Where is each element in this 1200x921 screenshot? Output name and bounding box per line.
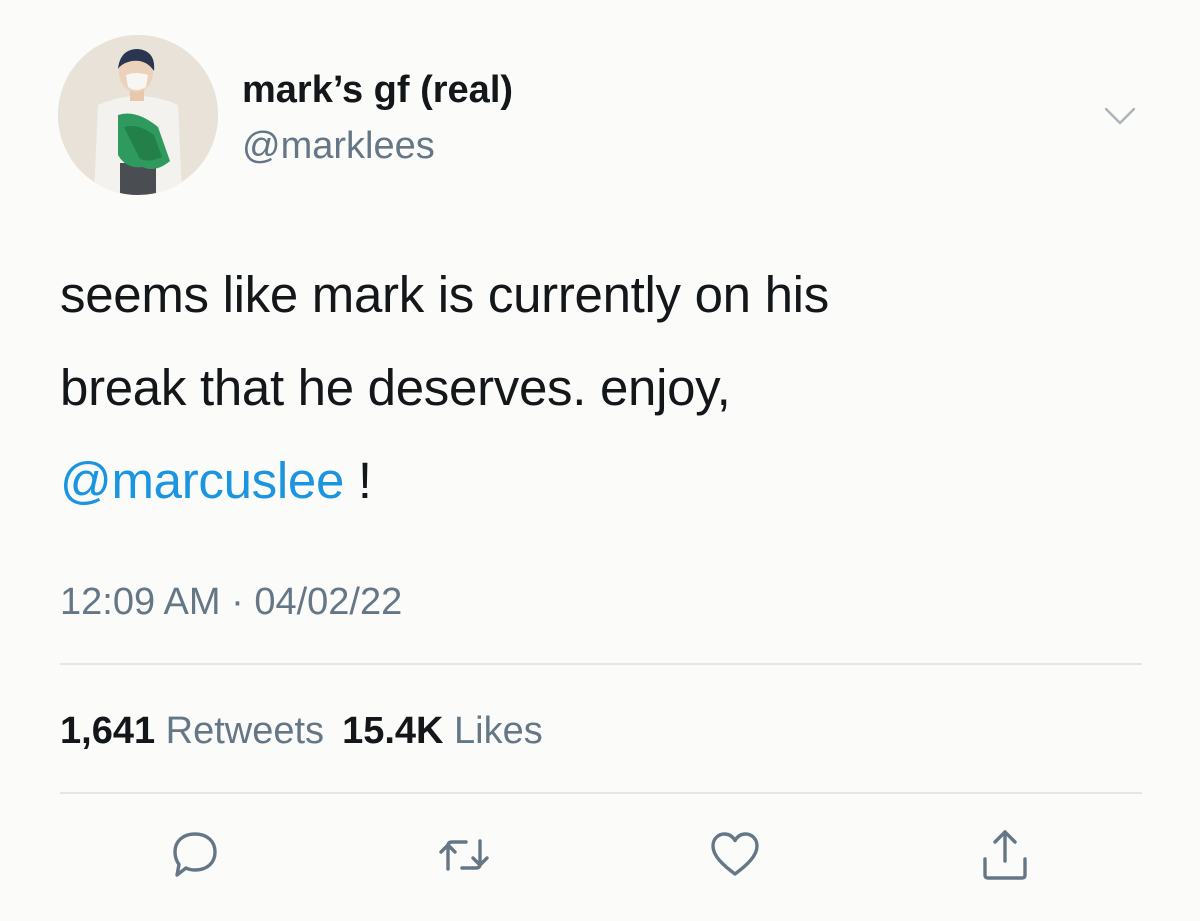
retweet-button[interactable] (434, 825, 494, 885)
share-button[interactable] (975, 825, 1035, 885)
display-name[interactable]: mark’s gf (real) (242, 68, 513, 112)
retweets-label: Retweets (165, 710, 325, 752)
timestamp[interactable]: 12:09 AM · 04/02/22 (60, 578, 402, 626)
chevron-down-icon (1104, 107, 1136, 125)
action-bar (0, 820, 1200, 890)
likes-count: 15.4K (342, 710, 444, 752)
tweet-text-line: @marcuslee ! (60, 434, 1140, 527)
tweet-text: seems like mark is currently on his brea… (60, 248, 1140, 527)
retweets-count: 1,641 (60, 710, 156, 752)
tweet-text-suffix: ! (344, 452, 372, 509)
speech-bubble-icon (173, 832, 217, 877)
reply-button[interactable] (165, 825, 225, 885)
more-options-button[interactable] (1098, 98, 1142, 134)
tweet-text-line: seems like mark is currently on his (60, 266, 829, 323)
retweets-stat[interactable]: 1,641 Retweets (60, 710, 324, 752)
divider (60, 792, 1142, 794)
tweet-card: mark’s gf (real) @marklees seems like ma… (0, 0, 1200, 921)
username-handle[interactable]: @marklees (242, 124, 435, 168)
separator-dot: · (231, 581, 244, 623)
avatar[interactable] (58, 35, 218, 195)
share-icon (983, 830, 1027, 880)
engagement-stats: 1,641 Retweets 15.4K Likes (60, 707, 543, 755)
likes-stat[interactable]: 15.4K Likes (342, 710, 543, 752)
likes-label: Likes (454, 710, 543, 752)
tweet-date: 04/02/22 (254, 581, 403, 623)
like-button[interactable] (705, 825, 765, 885)
avatar-photo (58, 35, 218, 195)
tweet-text-line: break that he deserves. enjoy, (60, 359, 731, 416)
heart-icon (711, 832, 759, 876)
divider (60, 663, 1142, 665)
mention-link[interactable]: @marcuslee (60, 452, 344, 509)
tweet-time: 12:09 AM (60, 581, 221, 623)
retweet-icon (439, 839, 489, 871)
